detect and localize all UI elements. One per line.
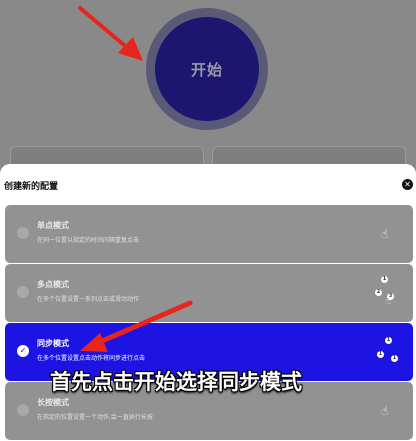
mode-title: 同步模式 — [37, 339, 69, 348]
mode-item-single[interactable]: 单点模式 在同一位置以指定的时间间隔重复点击 ☝ — [5, 205, 413, 263]
radio-icon — [17, 404, 29, 416]
mode-desc: 在多个位置设置点击动作将同步进行点击 — [37, 355, 146, 362]
mode-title: 长按模式 — [37, 398, 69, 407]
mode-title: 多点模式 — [37, 280, 69, 289]
mode-desc: 在同一位置以指定的时间间隔重复点击 — [37, 237, 140, 244]
single-tap-icon: ☝ — [381, 227, 389, 241]
radio-icon — [17, 227, 29, 239]
multi-tap-icon: 1 2 3 ☝ — [375, 276, 394, 307]
mode-title: 单点模式 — [37, 221, 69, 230]
tutorial-caption: 首先点击开始选择同步模式 — [50, 370, 302, 394]
long-press-icon: ☝ — [381, 404, 389, 418]
check-icon: ✓ — [17, 345, 29, 357]
mode-desc: 在多个位置设置一系列点击或滑动动作 — [37, 296, 140, 303]
mode-desc: 在指定的位置设置一个动作,会一直执行长按 — [37, 414, 153, 421]
sync-tap-icon: 1 1 1 — [377, 337, 398, 362]
mode-item-multi[interactable]: 多点模式 在多个位置设置一系列点击或滑动动作 1 2 3 ☝ — [5, 264, 413, 322]
start-button[interactable]: 开始 — [155, 17, 259, 121]
close-icon[interactable]: ✕ — [402, 179, 413, 190]
sheet-title: 创建新的配置 — [4, 182, 59, 192]
radio-icon — [17, 286, 29, 298]
